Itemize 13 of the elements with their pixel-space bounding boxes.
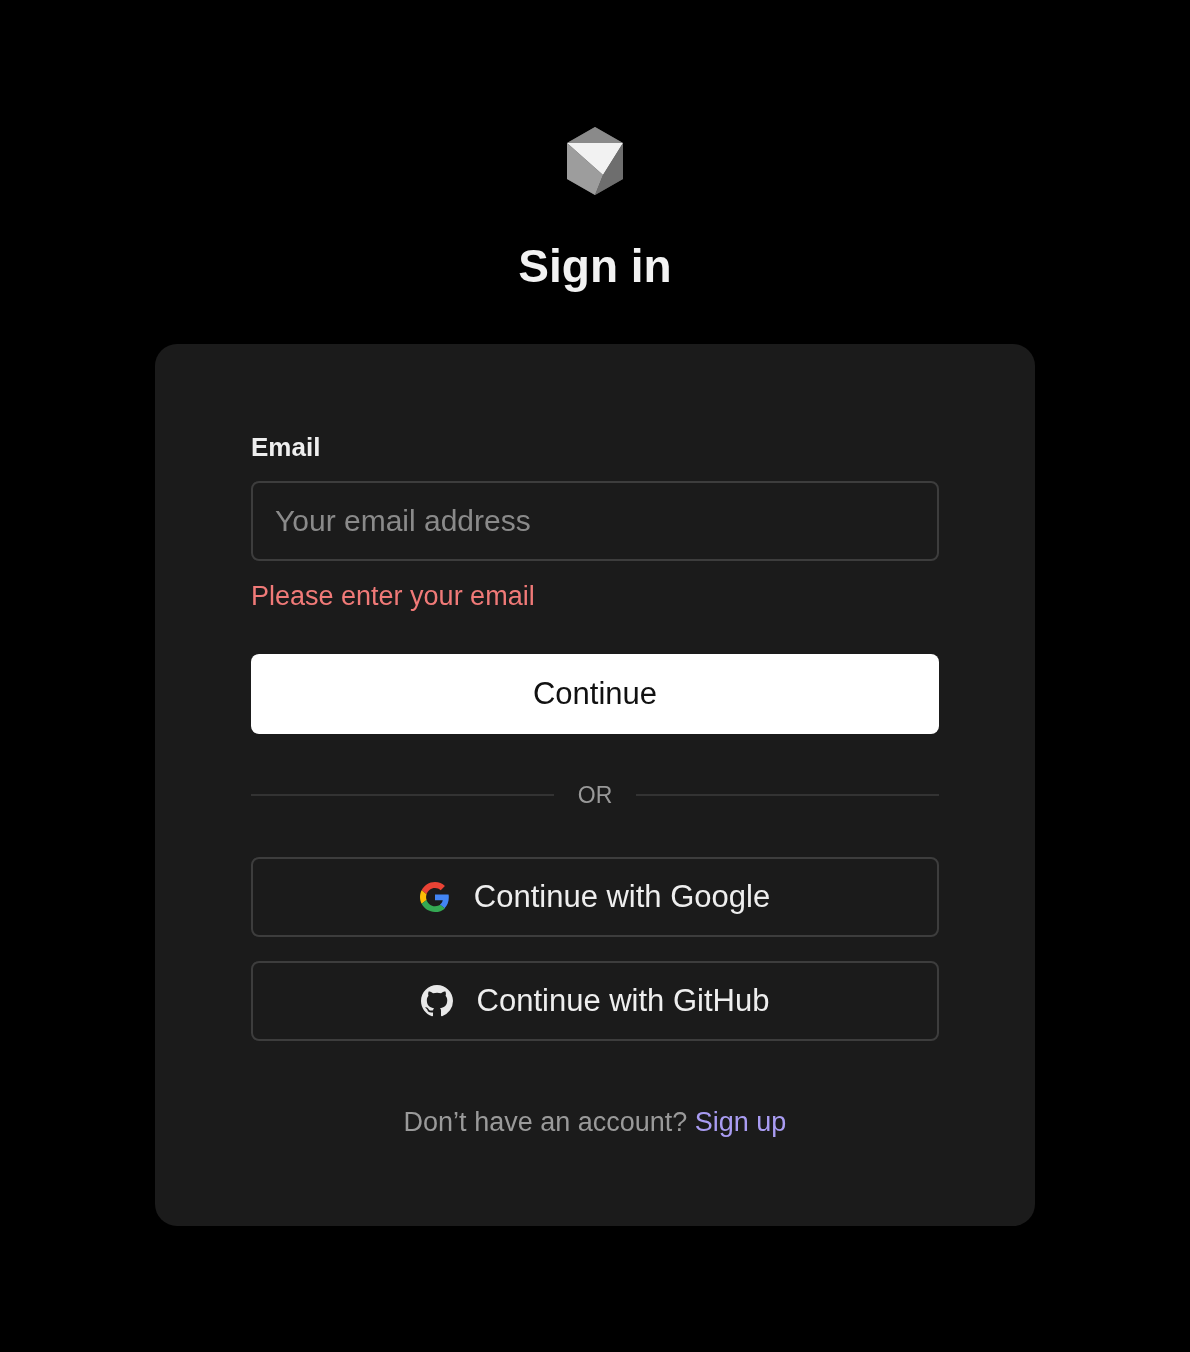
cube-logo-icon bbox=[565, 127, 625, 195]
page-title: Sign in bbox=[518, 241, 672, 292]
sign-up-link[interactable]: Sign up bbox=[694, 1106, 787, 1137]
google-icon bbox=[419, 881, 450, 912]
continue-button[interactable]: Continue bbox=[251, 653, 939, 734]
github-icon bbox=[420, 984, 453, 1017]
email-label: Email bbox=[251, 431, 322, 463]
google-button[interactable]: Continue with Google bbox=[251, 856, 939, 937]
email-field[interactable]: Your email address bbox=[251, 480, 939, 561]
divider-label: OR bbox=[577, 781, 613, 809]
github-button[interactable]: Continue with GitHub bbox=[251, 960, 939, 1041]
account-prompt: Don’t have an account? bbox=[403, 1106, 688, 1137]
error-message: Please enter your email bbox=[251, 580, 536, 612]
